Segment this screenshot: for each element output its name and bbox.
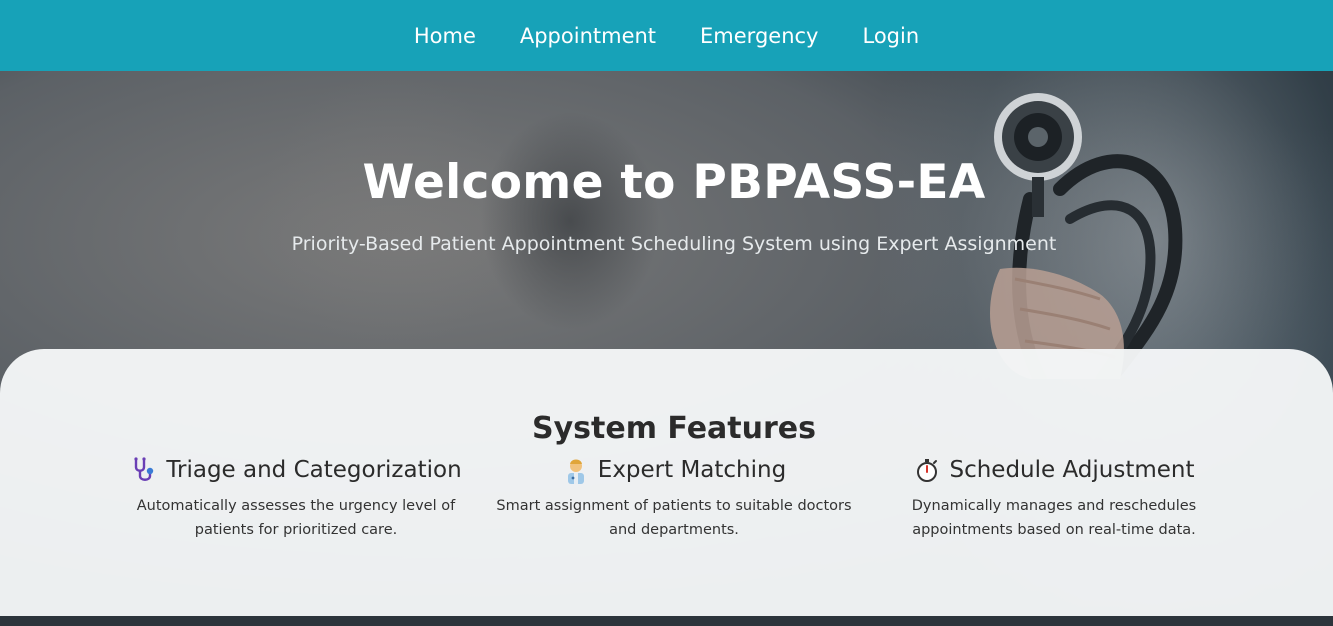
nav-appointment-link[interactable]: Appointment <box>520 24 656 48</box>
feature-desc-line: patients for prioritized care. <box>194 522 398 538</box>
feature-desc-line: appointments based on real-time data. <box>912 522 1196 538</box>
feature-desc-line: Dynamically manages and reschedules <box>911 498 1197 514</box>
feature-title-row: Schedule Adjustment <box>874 456 1234 484</box>
hero-title: Welcome to PBPASS-EA <box>362 155 986 210</box>
hero-subtitle: Priority-Based Patient Appointment Sched… <box>291 233 1057 255</box>
stopwatch-icon <box>917 459 938 482</box>
nav-emergency-link[interactable]: Emergency <box>700 24 818 48</box>
doctor-icon <box>567 459 584 484</box>
feature-title-row: Expert Matching <box>494 456 854 484</box>
feature-description: Smart assignment of patients to suitable… <box>494 494 854 542</box>
feature-card-triage: Triage and Categorization Automatically … <box>116 456 476 542</box>
feature-title: Expert Matching <box>597 457 787 483</box>
footer-edge <box>0 616 1333 626</box>
features-heading: System Features <box>532 411 816 446</box>
feature-card-expert: Expert Matching Smart assignment of pati… <box>494 456 854 542</box>
features-panel: System Features Triage and Categorizatio… <box>0 349 1333 616</box>
stethoscope-icon <box>134 457 154 481</box>
feature-title: Schedule Adjustment <box>949 457 1195 483</box>
feature-desc-line: and departments. <box>609 522 739 538</box>
top-navbar: Home Appointment Emergency Login <box>0 0 1333 71</box>
feature-title: Triage and Categorization <box>166 457 462 483</box>
nav-home-link[interactable]: Home <box>414 24 476 48</box>
feature-description: Automatically assesses the urgency level… <box>116 494 476 542</box>
feature-title-row: Triage and Categorization <box>116 456 476 484</box>
feature-desc-line: Smart assignment of patients to suitable… <box>496 498 852 514</box>
feature-description: Dynamically manages and reschedules appo… <box>874 494 1234 542</box>
feature-desc-line: Automatically assesses the urgency level… <box>136 498 456 514</box>
feature-card-schedule: Schedule Adjustment Dynamically manages … <box>874 456 1234 542</box>
hero-stethoscope-image <box>990 93 1183 379</box>
nav-login-link[interactable]: Login <box>862 24 919 48</box>
hero-background-blur <box>480 111 660 331</box>
